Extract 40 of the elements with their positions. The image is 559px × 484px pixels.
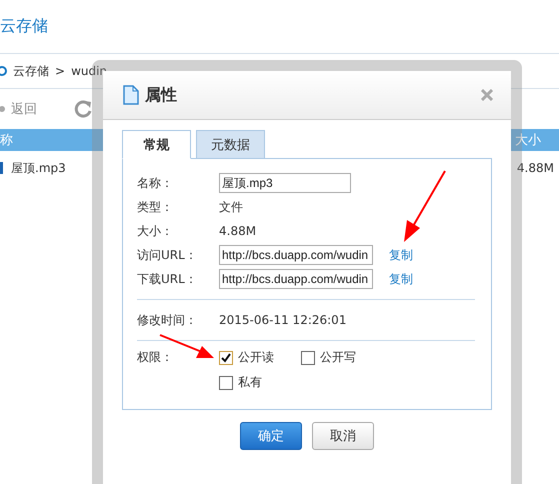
field-label: 访问URL： bbox=[137, 246, 198, 264]
permission-option[interactable]: 私有 bbox=[219, 374, 301, 391]
field-label: 权限： bbox=[137, 349, 174, 366]
dialog-title: 属性 bbox=[145, 84, 178, 106]
field-label: 修改时间： bbox=[137, 312, 198, 328]
app-title: 云存储 bbox=[0, 16, 48, 37]
copy-link[interactable]: 复制 bbox=[389, 270, 413, 288]
cancel-button[interactable]: 取消 bbox=[312, 422, 374, 450]
checkbox[interactable] bbox=[301, 350, 315, 364]
input-field[interactable]: 屋顶.mp3 bbox=[219, 173, 351, 193]
checkbox[interactable] bbox=[219, 376, 233, 390]
url-field[interactable]: http://bcs.duapp.com/wudin bbox=[219, 269, 373, 289]
breadcrumb-item[interactable]: 云存储 bbox=[13, 62, 49, 80]
breadcrumb-item[interactable]: wudin bbox=[71, 64, 108, 78]
field-value: 2015-06-11 12:26:01 bbox=[219, 313, 346, 327]
field-value: 4.88M bbox=[219, 224, 256, 238]
field-label: 类型： bbox=[137, 198, 174, 216]
field-label: 下载URL： bbox=[137, 270, 198, 288]
copy-link[interactable]: 复制 bbox=[389, 246, 413, 264]
tab[interactable]: 常规 bbox=[122, 130, 191, 159]
permission-option[interactable]: 公开读 bbox=[219, 349, 301, 366]
column-header: 大小 bbox=[515, 132, 541, 149]
toolbar-button[interactable]: 返回 bbox=[0, 100, 37, 118]
refresh-button[interactable] bbox=[73, 99, 93, 119]
field-value: 文件 bbox=[219, 198, 243, 216]
permission-option[interactable]: 公开写 bbox=[301, 349, 475, 366]
url-field[interactable]: http://bcs.duapp.com/wudin bbox=[219, 245, 373, 265]
field-label: 大小： bbox=[137, 222, 174, 240]
refresh-icon bbox=[73, 99, 93, 119]
file-icon bbox=[0, 162, 3, 174]
document-icon bbox=[123, 85, 139, 105]
tab[interactable]: 元数据 bbox=[196, 130, 265, 159]
file-size: 4.88M bbox=[516, 161, 554, 175]
column-header: 称 bbox=[0, 132, 13, 149]
file-name[interactable]: 屋顶.mp3 bbox=[11, 160, 66, 176]
checkbox[interactable] bbox=[219, 350, 233, 364]
breadcrumb-separator: > bbox=[55, 64, 66, 78]
field-label: 名称： bbox=[137, 174, 174, 192]
cloud-icon bbox=[0, 66, 7, 76]
confirm-button[interactable]: 确定 bbox=[240, 422, 302, 450]
